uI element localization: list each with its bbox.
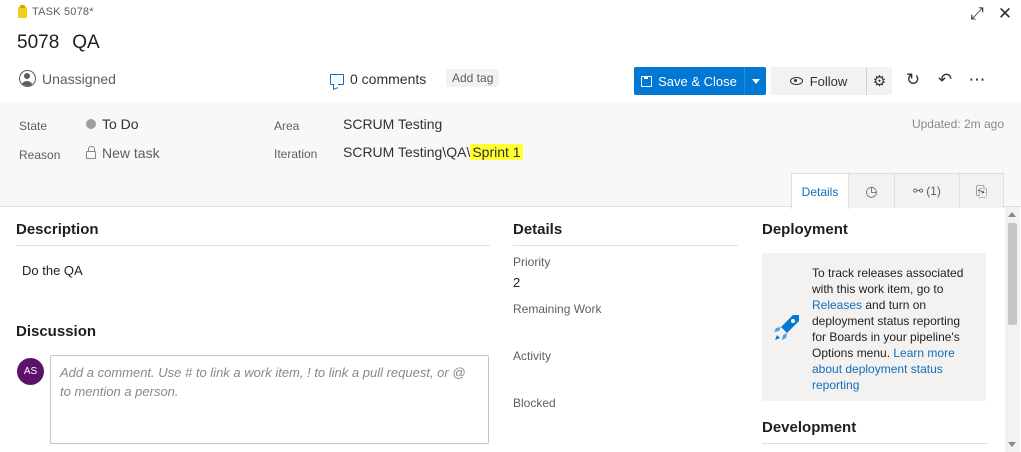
follow-button[interactable]: Follow <box>771 67 866 95</box>
eye-icon <box>789 77 803 85</box>
lock-icon <box>86 145 96 159</box>
save-icon <box>641 75 653 87</box>
work-item-type-text: TASK 5078* <box>32 6 94 18</box>
clipboard-icon <box>18 4 27 18</box>
tab-details[interactable]: Details <box>791 173 849 209</box>
development-heading: Development <box>762 419 988 444</box>
header-actions: ↻ ↶ ⋯ <box>902 68 988 92</box>
work-item-header: TASK 5078* ⤢ ✕ 5078 QA Unassigned 0 comm… <box>0 0 1021 102</box>
activity-label: Activity <box>513 349 552 363</box>
iteration-path: SCRUM Testing\QA\ <box>343 144 471 160</box>
description-heading: Description <box>16 221 490 246</box>
comment-input[interactable]: Add a comment. Use # to link a work item… <box>50 355 489 444</box>
more-icon[interactable]: ⋯ <box>966 68 988 92</box>
scroll-up-icon[interactable] <box>1008 212 1016 217</box>
page-title[interactable]: 5078 QA <box>17 32 100 54</box>
iteration-sprint: Sprint 1 <box>470 144 523 160</box>
gear-icon: ⚙ <box>872 73 887 90</box>
iteration-label: Iteration <box>274 147 318 161</box>
deployment-info-text: To track releases associated with this w… <box>812 265 974 393</box>
avatar: AS <box>17 358 44 385</box>
add-tag-button[interactable]: Add tag <box>446 69 500 87</box>
history-icon: ◷ <box>865 182 878 199</box>
tab-links[interactable]: ⚯ (1) <box>894 173 960 208</box>
save-options-dropdown[interactable] <box>744 67 766 95</box>
state-dropdown[interactable]: To Do <box>86 116 139 132</box>
follow-label: Follow <box>809 73 848 89</box>
reason-field: New task <box>86 145 160 161</box>
paperclip-icon: ⎘ <box>975 182 988 199</box>
state-label: State <box>19 119 48 133</box>
deployment-info-panel: To track releases associated with this w… <box>762 253 986 401</box>
comment-icon <box>330 73 344 85</box>
area-field[interactable]: SCRUM Testing <box>343 116 442 132</box>
state-value: To Do <box>102 116 139 132</box>
scroll-thumb[interactable] <box>1008 223 1017 325</box>
details-heading: Details <box>513 221 738 246</box>
work-item-type-label: TASK 5078* <box>18 4 94 18</box>
scroll-down-icon[interactable] <box>1008 442 1016 447</box>
expand-icon[interactable]: ⤢ <box>969 4 985 24</box>
iteration-field[interactable]: SCRUM Testing\QA\ Sprint 1 <box>343 144 523 160</box>
reason-value: New task <box>102 145 160 161</box>
save-and-close-label: Save & Close <box>658 73 737 89</box>
releases-link[interactable]: Releases <box>812 298 862 312</box>
window-controls: ⤢ ✕ <box>969 4 1013 24</box>
work-item-title[interactable]: QA <box>72 32 99 54</box>
description-text[interactable]: Do the QA <box>22 263 83 278</box>
work-item-fields: State To Do Reason New task Area SCRUM T… <box>0 102 1021 209</box>
reason-label: Reason <box>19 148 61 162</box>
remaining-work-label: Remaining Work <box>513 302 602 316</box>
updated-timestamp: Updated: 2m ago <box>911 117 1004 131</box>
link-icon: ⚯ <box>913 184 924 198</box>
assignee-name: Unassigned <box>42 70 116 87</box>
save-button-group: Save & Close <box>634 67 766 95</box>
area-value: SCRUM Testing <box>343 116 443 132</box>
priority-value[interactable]: 2 <box>513 275 520 290</box>
work-item-tabs: Details ◷ ⚯ (1) ⎘ <box>791 173 1004 209</box>
rocket-icon <box>774 315 799 340</box>
chevron-down-icon <box>751 78 760 84</box>
links-count: (1) <box>926 184 941 198</box>
blocked-label: Blocked <box>513 396 556 410</box>
deployment-heading: Deployment <box>762 221 848 238</box>
tab-attachments[interactable]: ⎘ <box>959 173 1004 208</box>
work-item-id: 5078 <box>17 32 60 53</box>
deployment-text-1: To track releases associated with this w… <box>812 266 964 296</box>
undo-icon[interactable]: ↶ <box>934 68 956 92</box>
content-scrollbar[interactable] <box>1005 207 1020 452</box>
work-item-content: Description Do the QA Discussion AS Add … <box>0 207 1021 452</box>
settings-button[interactable]: ⚙ <box>866 67 892 95</box>
assignee-picker[interactable]: Unassigned <box>19 70 116 87</box>
comments-link[interactable]: 0 comments <box>330 71 426 87</box>
discussion-heading: Discussion <box>16 323 97 340</box>
comments-count: 0 comments <box>350 71 427 87</box>
tab-history[interactable]: ◷ <box>848 173 895 208</box>
close-icon[interactable]: ✕ <box>997 4 1013 24</box>
refresh-icon[interactable]: ↻ <box>902 68 924 92</box>
priority-label: Priority <box>513 255 551 269</box>
area-label: Area <box>274 119 300 133</box>
state-status-dot <box>86 119 96 129</box>
save-and-close-button[interactable]: Save & Close <box>634 67 744 95</box>
person-icon <box>19 70 36 87</box>
